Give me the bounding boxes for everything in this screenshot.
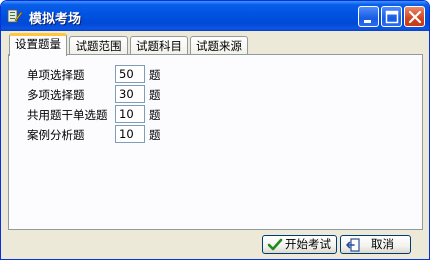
cancel-button[interactable]: 取消 (340, 235, 411, 254)
shared-stem-choice-count-input[interactable] (115, 105, 145, 123)
close-icon (408, 10, 422, 24)
window-title: 模拟考场 (29, 12, 82, 27)
single-choice-label: 单项选择题 (27, 68, 85, 82)
shared-stem-choice-unit: 题 (149, 108, 161, 122)
cancel-label: 取消 (371, 237, 394, 251)
tab-label: 试题范围 (75, 39, 122, 53)
tab-question-range[interactable]: 试题范围 (69, 36, 128, 56)
title-bar[interactable]: 模拟考场 (1, 1, 429, 31)
case-analysis-unit: 题 (149, 128, 161, 142)
single-choice-count-input[interactable] (115, 65, 145, 83)
case-analysis-count-input[interactable] (115, 125, 145, 143)
maximize-button[interactable] (381, 6, 402, 27)
tab-question-source[interactable]: 试题来源 (190, 36, 248, 56)
start-exam-button[interactable]: 开始考试 (262, 235, 337, 254)
multi-choice-count-input[interactable] (115, 85, 145, 103)
tab-label: 试题科目 (136, 39, 182, 53)
shared-stem-choice-label: 共用题干单选题 (27, 108, 108, 122)
tab-label: 试题来源 (196, 39, 242, 53)
app-icon (7, 8, 23, 24)
start-exam-label: 开始考试 (285, 237, 331, 251)
minimize-icon (364, 20, 371, 23)
tab-set-quantity[interactable]: 设置题量 (9, 33, 67, 56)
multi-choice-label: 多项选择题 (27, 88, 85, 102)
minimize-button[interactable] (358, 6, 379, 27)
case-analysis-label: 案例分析题 (27, 128, 85, 142)
multi-choice-unit: 题 (149, 88, 161, 102)
exit-door-icon (345, 237, 361, 253)
tab-question-subject[interactable]: 试题科目 (130, 36, 188, 56)
tab-label: 设置题量 (15, 37, 61, 51)
close-button[interactable] (404, 6, 425, 27)
exam-dialog-window: 模拟考场 设置题量 试题范围 试题科目 试题来源 单项选择题 题 (0, 0, 430, 260)
checkmark-icon (267, 237, 283, 253)
single-choice-unit: 题 (149, 68, 161, 82)
maximize-icon (385, 10, 399, 24)
